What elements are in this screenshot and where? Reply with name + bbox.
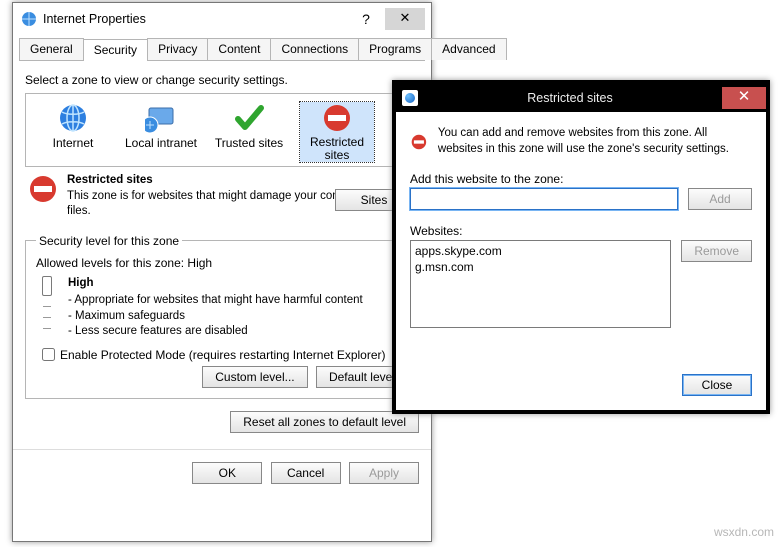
reset-zones-button[interactable]: Reset all zones to default level (230, 411, 419, 433)
add-website-row: Add (410, 188, 752, 210)
zone-label: Internet (36, 136, 110, 150)
zone-restricted-sites[interactable]: Restricted sites (300, 102, 374, 162)
dialog-body: You can add and remove websites from thi… (396, 112, 766, 406)
zone-trusted-sites[interactable]: Trusted sites (212, 102, 286, 162)
terminal-icon (145, 102, 177, 134)
list-item[interactable]: g.msn.com (415, 259, 666, 275)
security-level-fieldset: Security level for this zone Allowed lev… (25, 234, 419, 399)
websites-row: apps.skype.com g.msn.com Remove (410, 240, 752, 328)
zone-label: Trusted sites (212, 136, 286, 150)
security-slider[interactable] (36, 276, 58, 340)
tab-connections[interactable]: Connections (270, 38, 359, 60)
security-level-name: High (68, 276, 363, 292)
internet-options-icon (21, 11, 37, 27)
tab-security[interactable]: Security (83, 39, 148, 61)
protected-mode-label: Enable Protected Mode (requires restarti… (60, 348, 386, 362)
tab-advanced[interactable]: Advanced (431, 38, 506, 60)
security-bullet: - Maximum safeguards (68, 309, 363, 325)
internet-properties-window: Internet Properties ? ✕ General Security… (12, 2, 432, 542)
zone-label: Restricted sites (300, 136, 374, 162)
window-title: Internet Properties (43, 12, 351, 26)
watermark: wsxdn.com (714, 525, 774, 539)
tab-body-lower: Security level for this zone Allowed lev… (13, 234, 431, 433)
allowed-levels-label: Allowed levels for this zone: High (36, 256, 408, 270)
zone-info-title: Restricted sites (67, 174, 153, 186)
tab-programs[interactable]: Programs (358, 38, 432, 60)
close-button[interactable]: ✕ (722, 87, 766, 109)
security-slider-row: High - Appropriate for websites that mig… (36, 276, 408, 340)
zone-internet[interactable]: Internet (36, 102, 110, 162)
info-text: You can add and remove websites from thi… (438, 126, 752, 158)
zone-list: Internet Local intranet Trusted sites (25, 93, 419, 167)
info-row: You can add and remove websites from thi… (410, 126, 752, 158)
window-title: Restricted sites (418, 91, 722, 105)
websites-listbox[interactable]: apps.skype.com g.msn.com (410, 240, 671, 328)
add-website-label: Add this website to the zone: (410, 172, 752, 186)
websites-label: Websites: (410, 224, 752, 238)
cancel-button[interactable]: Cancel (271, 462, 341, 484)
checkmark-icon (233, 102, 265, 134)
close-dialog-button[interactable]: Close (682, 374, 752, 396)
list-item[interactable]: apps.skype.com (415, 243, 666, 259)
close-button[interactable]: ✕ (385, 8, 425, 30)
custom-level-button[interactable]: Custom level... (202, 366, 307, 388)
titlebar[interactable]: Internet Properties ? ✕ (13, 3, 431, 34)
restricted-sites-window: Restricted sites ✕ You can add and remov… (392, 80, 770, 414)
no-entry-icon (321, 102, 353, 134)
globe-icon (57, 102, 89, 134)
titlebar[interactable]: Restricted sites ✕ (396, 84, 766, 112)
help-button[interactable]: ? (351, 11, 381, 27)
security-level-legend: Security level for this zone (36, 234, 182, 248)
protected-mode-row[interactable]: Enable Protected Mode (requires restarti… (42, 348, 408, 362)
zone-local-intranet[interactable]: Local intranet (124, 102, 198, 162)
security-level-text: High - Appropriate for websites that mig… (68, 276, 363, 340)
no-entry-icon (410, 126, 428, 158)
select-zone-label: Select a zone to view or change security… (25, 73, 419, 87)
zone-label: Local intranet (124, 136, 198, 150)
security-bullet: - Appropriate for websites that might ha… (68, 293, 363, 309)
tab-strip: General Security Privacy Content Connect… (19, 38, 425, 61)
add-button[interactable]: Add (688, 188, 752, 210)
tab-content[interactable]: Content (207, 38, 271, 60)
internet-options-icon (402, 90, 418, 106)
tab-privacy[interactable]: Privacy (147, 38, 208, 60)
ok-button[interactable]: OK (192, 462, 262, 484)
dialog-footer: OK Cancel Apply (13, 449, 431, 496)
slider-thumb[interactable] (42, 276, 52, 296)
no-entry-icon (27, 173, 59, 205)
security-bullet: - Less secure features are disabled (68, 324, 363, 340)
protected-mode-checkbox[interactable] (42, 348, 55, 361)
apply-button[interactable]: Apply (349, 462, 419, 484)
tab-general[interactable]: General (19, 38, 84, 60)
remove-button[interactable]: Remove (681, 240, 752, 262)
add-website-input[interactable] (410, 188, 678, 210)
